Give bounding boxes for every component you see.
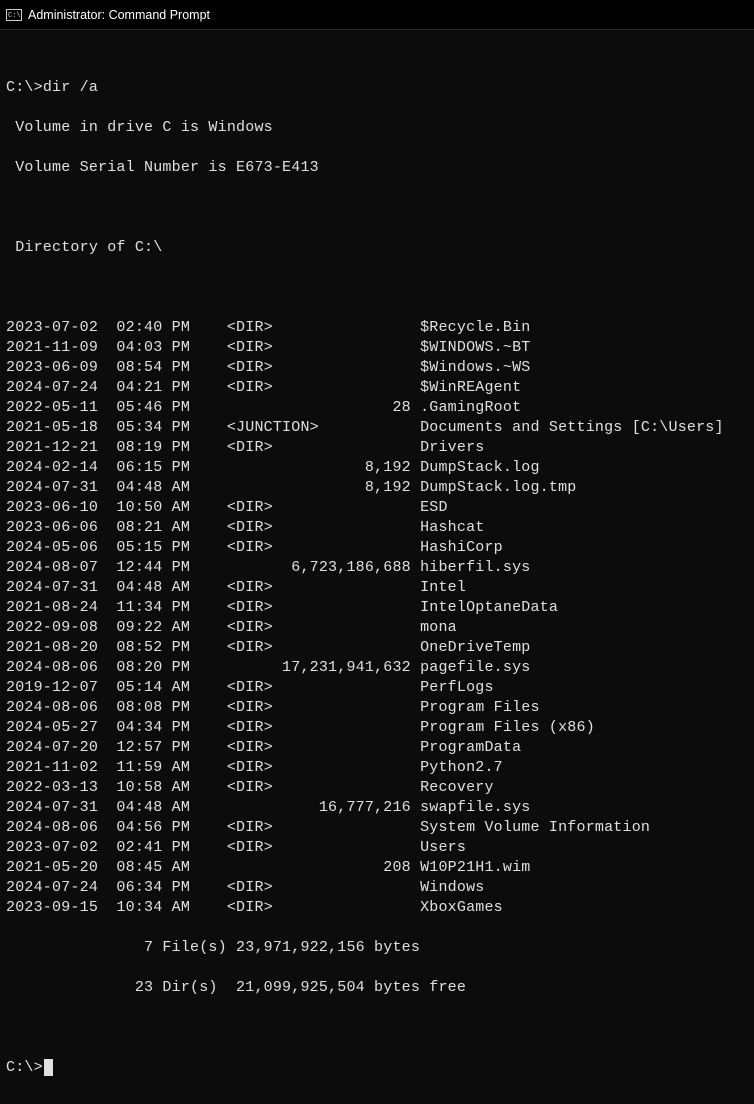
list-item: 2024-07-31 04:48 AM 16,777,216 swapfile.… [6, 798, 748, 818]
list-item: 2024-07-20 12:57 PM <DIR> ProgramData [6, 738, 748, 758]
list-item: 2022-09-08 09:22 AM <DIR> mona [6, 618, 748, 638]
directory-of-line: Directory of C:\ [6, 238, 748, 258]
svg-text:C:\: C:\ [8, 12, 21, 20]
list-item: 2024-07-31 04:48 AM <DIR> Intel [6, 578, 748, 598]
volume-line: Volume in drive C is Windows [6, 118, 748, 138]
list-item: 2021-08-24 11:34 PM <DIR> IntelOptaneDat… [6, 598, 748, 618]
list-item: 2021-11-09 04:03 PM <DIR> $WINDOWS.~BT [6, 338, 748, 358]
list-item: 2023-06-06 08:21 AM <DIR> Hashcat [6, 518, 748, 538]
list-item: 2024-07-24 06:34 PM <DIR> Windows [6, 878, 748, 898]
list-item: 2022-05-11 05:46 PM 28 .GamingRoot [6, 398, 748, 418]
list-item: 2024-08-06 08:20 PM 17,231,941,632 pagef… [6, 658, 748, 678]
list-item: 2024-08-07 12:44 PM 6,723,186,688 hiberf… [6, 558, 748, 578]
serial-line: Volume Serial Number is E673-E413 [6, 158, 748, 178]
list-item: 2024-08-06 04:56 PM <DIR> System Volume … [6, 818, 748, 838]
prompt-path: C:\> [6, 1059, 43, 1076]
command-text: dir /a [43, 79, 98, 96]
list-item: 2021-11-02 11:59 AM <DIR> Python2.7 [6, 758, 748, 778]
terminal-output[interactable]: C:\>dir /a Volume in drive C is Windows … [0, 30, 754, 1104]
list-item: 2023-06-10 10:50 AM <DIR> ESD [6, 498, 748, 518]
final-prompt-line: C:\> [6, 1058, 748, 1078]
list-item: 2023-09-15 10:34 AM <DIR> XboxGames [6, 898, 748, 918]
list-item: 2021-08-20 08:52 PM <DIR> OneDriveTemp [6, 638, 748, 658]
list-item: 2024-02-14 06:15 PM 8,192 DumpStack.log [6, 458, 748, 478]
blank-line [6, 1018, 748, 1038]
list-item: 2021-05-20 08:45 AM 208 W10P21H1.wim [6, 858, 748, 878]
list-item: 2024-08-06 08:08 PM <DIR> Program Files [6, 698, 748, 718]
list-item: 2024-05-06 05:15 PM <DIR> HashiCorp [6, 538, 748, 558]
window-title: Administrator: Command Prompt [28, 8, 210, 22]
list-item: 2024-05-27 04:34 PM <DIR> Program Files … [6, 718, 748, 738]
list-item: 2021-12-21 08:19 PM <DIR> Drivers [6, 438, 748, 458]
list-item: 2023-07-02 02:41 PM <DIR> Users [6, 838, 748, 858]
list-item: 2023-07-02 02:40 PM <DIR> $Recycle.Bin [6, 318, 748, 338]
prompt-path: C:\> [6, 79, 43, 96]
blank-line [6, 278, 748, 298]
list-item: 2021-05-18 05:34 PM <JUNCTION> Documents… [6, 418, 748, 438]
list-item: 2024-07-24 04:21 PM <DIR> $WinREAgent [6, 378, 748, 398]
command-line: C:\>dir /a [6, 78, 748, 98]
window-titlebar[interactable]: C:\ Administrator: Command Prompt [0, 0, 754, 30]
cmd-icon: C:\ [6, 7, 22, 23]
summary-dirs: 23 Dir(s) 21,099,925,504 bytes free [6, 978, 748, 998]
list-item: 2023-06-09 08:54 PM <DIR> $Windows.~WS [6, 358, 748, 378]
list-item: 2022-03-13 10:58 AM <DIR> Recovery [6, 778, 748, 798]
directory-listing: 2023-07-02 02:40 PM <DIR> $Recycle.Bin20… [6, 318, 748, 918]
list-item: 2024-07-31 04:48 AM 8,192 DumpStack.log.… [6, 478, 748, 498]
list-item: 2019-12-07 05:14 AM <DIR> PerfLogs [6, 678, 748, 698]
blank-line [6, 198, 748, 218]
cursor [44, 1059, 53, 1076]
summary-files: 7 File(s) 23,971,922,156 bytes [6, 938, 748, 958]
